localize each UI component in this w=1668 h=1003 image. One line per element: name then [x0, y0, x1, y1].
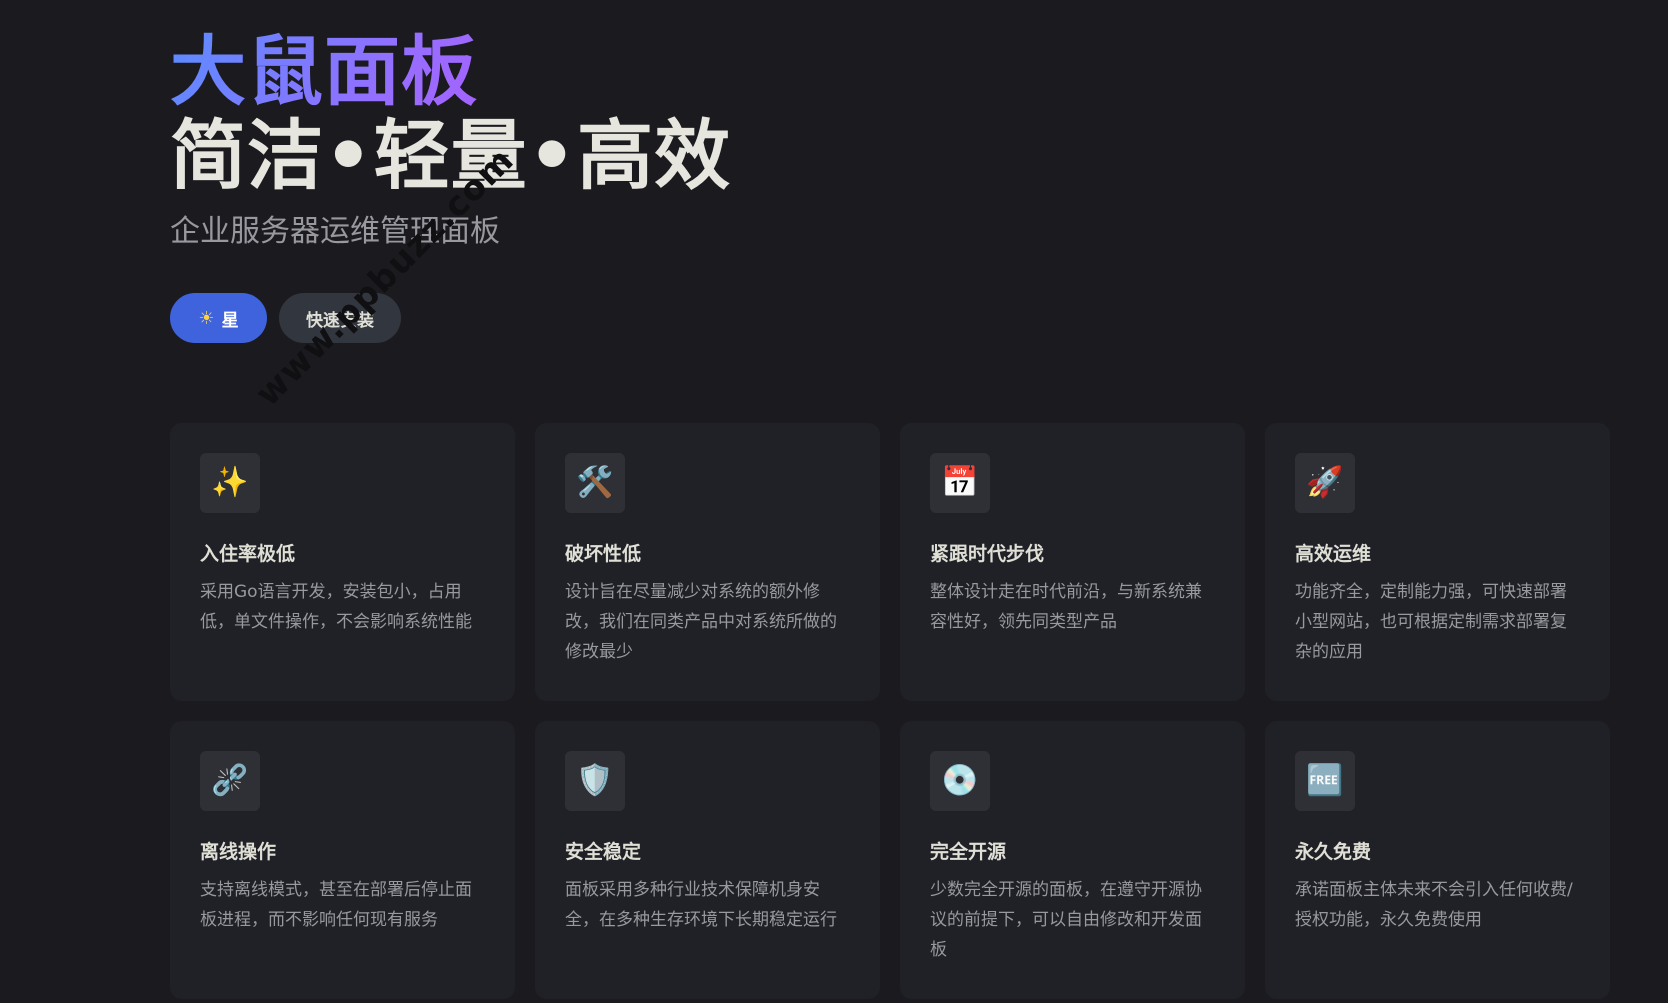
sun-icon: ☀	[198, 307, 215, 329]
feature-details: 整体设计走在时代前沿，与新系统兼容性好，领先同类型产品	[930, 582, 1202, 632]
feature-title: 入住率极低	[200, 543, 296, 565]
hero-text: 简洁•轻量•高效	[170, 111, 732, 200]
feature-details: 面板采用多种行业技术保障机身安全，在多种生存环境下长期稳定运行	[565, 880, 837, 930]
broken-chain-icon: ⛓️‍💥	[200, 751, 260, 811]
feature-card: 💿 完全开源 少数完全开源的面板，在遵守开源协议的前提下，可以自由修改和开发面板	[900, 721, 1245, 999]
hero-actions: ☀ 星 快速安装	[170, 293, 401, 343]
sparkles-icon: ✨	[200, 453, 260, 513]
feature-details: 采用Go语言开发，安装包小，占用低，单文件操作，不会影响系统性能	[200, 582, 472, 632]
hero: 大鼠面板 简洁•轻量•高效 企业服务器运维管理面板	[170, 30, 731, 252]
feature-details: 功能齐全，定制能力强，可快速部署小型网站，也可根据定制需求部署复杂的应用	[1295, 582, 1567, 662]
feature-title: 高效运维	[1295, 543, 1372, 565]
feature-title: 离线操作	[200, 841, 277, 863]
feature-card: 🆓 永久免费 承诺面板主体未来不会引入任何收费/授权功能，永久免费使用	[1265, 721, 1610, 999]
tools-icon: 🛠️	[565, 453, 625, 513]
home-page: 大鼠面板 简洁•轻量•高效 企业服务器运维管理面板 ☀ 星 快速安装 www.p…	[0, 0, 1668, 1003]
feature-title: 紧跟时代步伐	[930, 543, 1045, 565]
feature-card: 🛡️ 安全稳定 面板采用多种行业技术保障机身安全，在多种生存环境下长期稳定运行	[535, 721, 880, 999]
disc-icon: 💿	[930, 751, 990, 811]
feature-card: 📅 紧跟时代步伐 整体设计走在时代前沿，与新系统兼容性好，领先同类型产品	[900, 423, 1245, 701]
feature-title: 安全稳定	[565, 841, 642, 863]
hero-name: 大鼠面板	[170, 30, 731, 114]
quick-install-button[interactable]: 快速安装	[279, 293, 401, 343]
feature-card: ✨ 入住率极低 采用Go语言开发，安装包小，占用低，单文件操作，不会影响系统性能	[170, 423, 515, 701]
free-icon: 🆓	[1295, 751, 1355, 811]
feature-details: 承诺面板主体未来不会引入任何收费/授权功能，永久免费使用	[1295, 880, 1573, 930]
hero-tagline: 企业服务器运维管理面板	[170, 214, 500, 249]
rocket-icon: 🚀	[1295, 453, 1355, 513]
feature-title: 破坏性低	[565, 543, 642, 565]
feature-card: ⛓️‍💥 离线操作 支持离线模式，甚至在部署后停止面板进程，而不影响任何现有服务	[170, 721, 515, 999]
feature-details: 设计旨在尽量减少对系统的额外修改，我们在同类产品中对系统所做的修改最少	[565, 582, 837, 662]
feature-details: 少数完全开源的面板，在遵守开源协议的前提下，可以自由修改和开发面板	[930, 880, 1202, 960]
feature-title: 永久免费	[1295, 841, 1372, 863]
features-grid: ✨ 入住率极低 采用Go语言开发，安装包小，占用低，单文件操作，不会影响系统性能…	[170, 423, 1610, 999]
feature-title: 完全开源	[930, 841, 1007, 863]
shield-icon: 🛡️	[565, 751, 625, 811]
feature-card: 🛠️ 破坏性低 设计旨在尽量减少对系统的额外修改，我们在同类产品中对系统所做的修…	[535, 423, 880, 701]
star-button-label: 星	[221, 310, 239, 331]
star-button[interactable]: ☀ 星	[170, 293, 267, 343]
feature-card: 🚀 高效运维 功能齐全，定制能力强，可快速部署小型网站，也可根据定制需求部署复杂…	[1265, 423, 1610, 701]
calendar-icon: 📅	[930, 453, 990, 513]
feature-details: 支持离线模式，甚至在部署后停止面板进程，而不影响任何现有服务	[200, 880, 472, 930]
